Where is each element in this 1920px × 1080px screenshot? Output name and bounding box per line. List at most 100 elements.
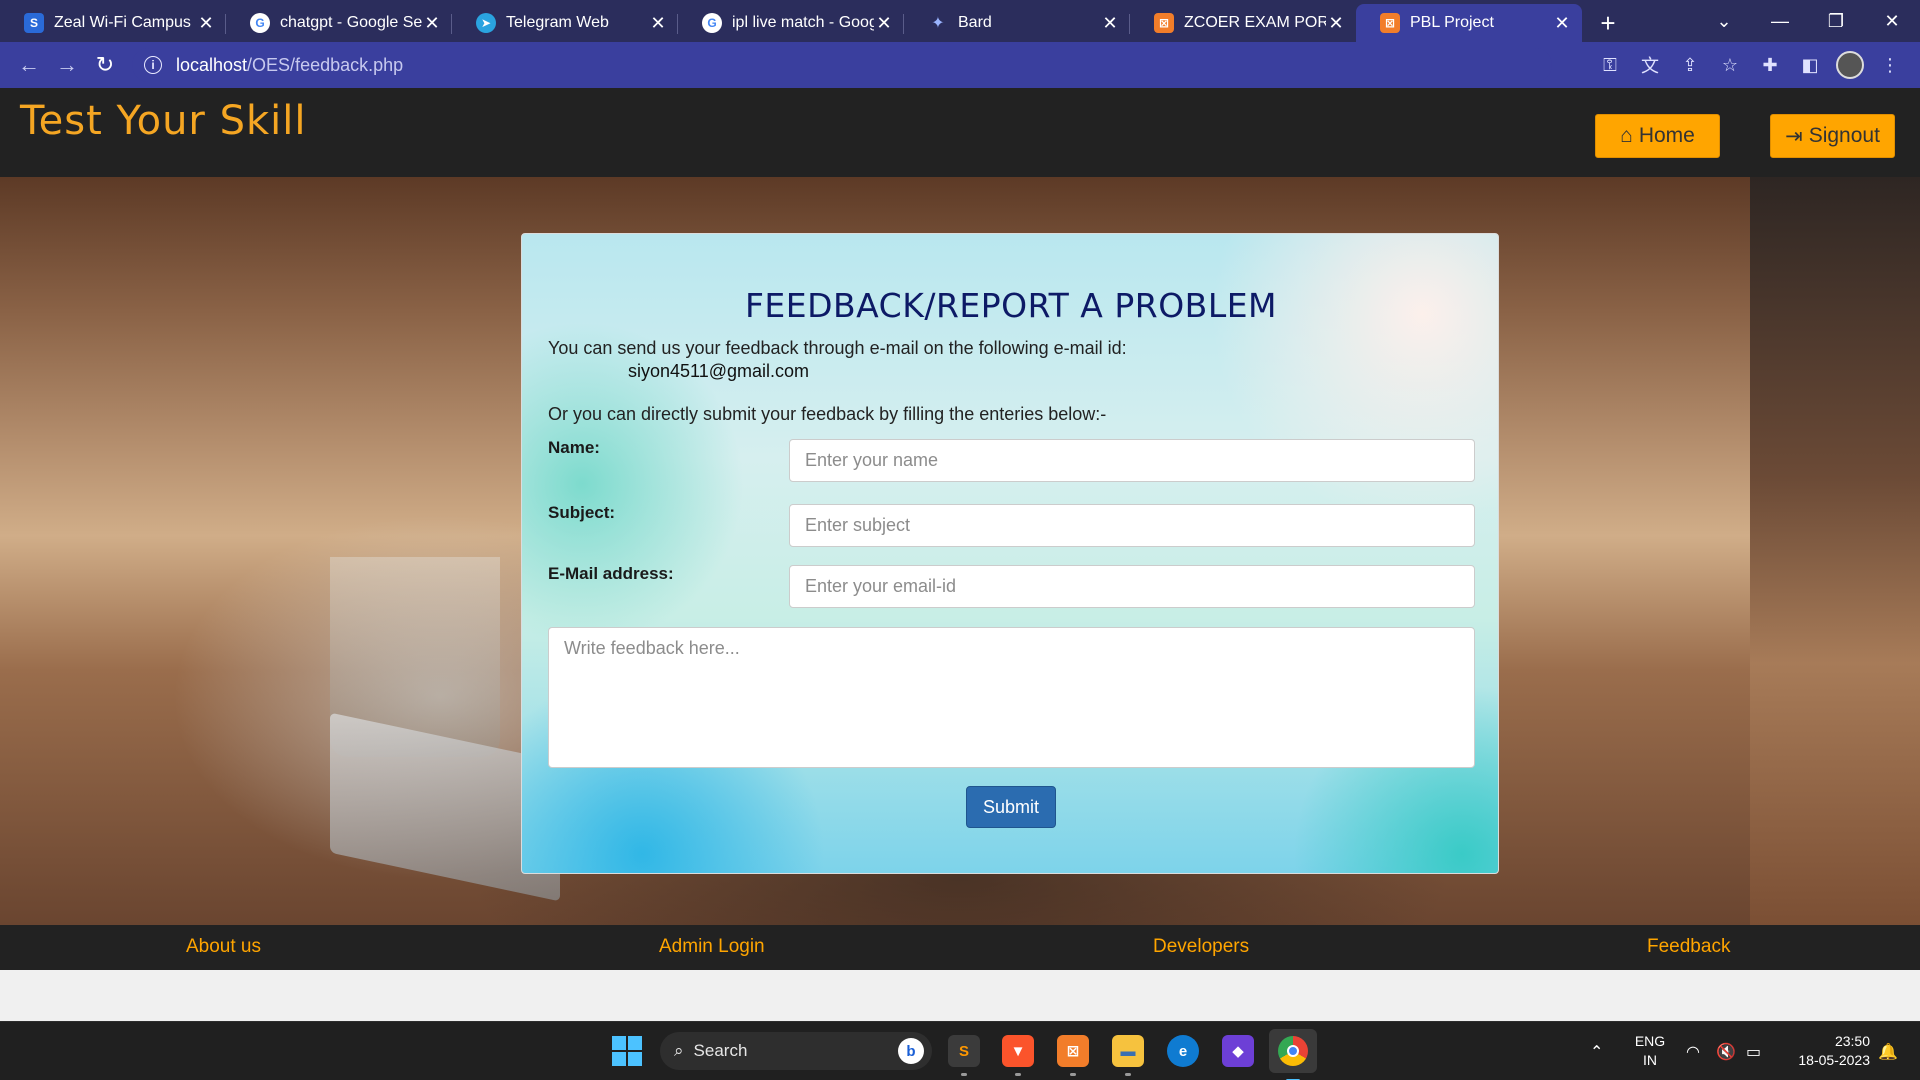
tab-search-chevron-icon[interactable]: ⌄ [1696,0,1752,42]
forward-arrow-icon[interactable]: → [48,46,86,84]
address-bar[interactable]: i localhost/OES/feedback.php [132,48,1552,82]
window-controls: ⌄ — ❐ ✕ [1696,0,1920,42]
restore-icon[interactable]: ❐ [1808,0,1864,42]
brave-browser-icon[interactable]: ▼ [1002,1035,1034,1076]
footer-link-about[interactable]: About us [186,936,261,958]
clock-date: 18-05-2023 [1798,1052,1870,1068]
running-indicator [1015,1073,1021,1076]
close-icon[interactable]: ✕ [1100,13,1120,33]
close-icon[interactable]: ✕ [648,13,668,33]
language-top: ENG [1634,1033,1666,1049]
feedback-card: FEEDBACK/REPORT A PROBLEM You can send u… [521,233,1499,874]
tab-telegram[interactable]: ➤ Telegram Web ✕ [452,4,678,42]
browser-toolbar: ← → ↻ i localhost/OES/feedback.php ⚿ 文 ⇪… [0,42,1920,88]
language-indicator[interactable]: ENG IN [1630,1032,1670,1070]
home-icon: ⌂ [1620,124,1633,147]
tab-title: Bard [958,14,992,31]
profile-avatar[interactable] [1830,46,1870,84]
name-input[interactable] [789,439,1475,482]
new-tab-plus-icon[interactable]: + [1588,4,1628,42]
feedback-title: FEEDBACK/REPORT A PROBLEM [744,286,1278,325]
background-right-strip [1750,177,1920,925]
url-host: localhost [176,54,248,75]
close-icon[interactable]: ✕ [1552,13,1572,33]
feedback-or-text: Or you can directly submit your feedback… [548,404,1107,424]
name-label: Name: [548,438,600,457]
kebab-menu-icon[interactable]: ⋮ [1870,46,1910,84]
tab-chatgpt-search[interactable]: G chatgpt - Google Search ✕ [226,4,452,42]
footer-link-developers[interactable]: Developers [1153,936,1249,958]
email-label: E-Mail address: [548,564,674,583]
close-icon[interactable]: ✕ [196,13,216,33]
tab-title: Telegram Web [506,14,609,31]
submit-button[interactable]: Submit [966,786,1056,828]
tab-title: ipl live match - Google Search [732,14,874,31]
signout-button[interactable]: ⇥ Signout [1770,114,1895,158]
back-arrow-icon[interactable]: ← [10,46,48,84]
telegram-favicon-icon: ➤ [476,13,496,33]
window-close-icon[interactable]: ✕ [1864,0,1920,42]
taskbar-clock[interactable]: 23:50 18-05-2023 [1780,1032,1870,1070]
tab-ipl-search[interactable]: G ipl live match - Google Search ✕ [678,4,904,42]
speaker-muted-icon[interactable]: 🔇 [1716,1022,1736,1080]
feedback-email-address: siyon4511@gmail.com [628,361,810,381]
tray-overflow-chevron-icon[interactable]: ⌃ [1590,1022,1603,1080]
bing-icon[interactable]: b [898,1038,924,1064]
key-icon[interactable]: ⚿ [1590,46,1630,84]
windows-start-icon[interactable] [612,1036,642,1066]
subject-label: Subject: [548,503,616,522]
subject-input[interactable] [789,504,1475,547]
google-favicon-icon: G [250,13,270,33]
tab-zcoer-portal[interactable]: ⊠ ZCOER EXAM PORTAL ✕ [1130,4,1356,42]
footer-link-feedback[interactable]: Feedback [1647,936,1730,958]
home-button[interactable]: ⌂ Home [1595,114,1720,158]
windows-taskbar: ⌕ Search b S ▼ ⊠ ▬ e ◆ ⌃ ENG IN ◠ 🔇 ▭ 23… [0,1021,1920,1080]
xampp-icon[interactable]: ⊠ [1057,1035,1089,1076]
tab-pbl-project[interactable]: ⊠ PBL Project ✕ [1356,4,1582,42]
zeal-favicon-icon: S [24,13,44,33]
search-icon: ⌕ [674,1041,684,1060]
url-path: /OES/feedback.php [247,54,404,75]
running-indicator [1070,1073,1076,1076]
footer-link-admin-login[interactable]: Admin Login [659,936,765,958]
signout-icon: ⇥ [1785,124,1803,148]
battery-icon[interactable]: ▭ [1746,1022,1761,1080]
xampp-favicon-icon: ⊠ [1154,13,1174,33]
xampp-favicon-icon: ⊠ [1380,13,1400,33]
site-brand-title: Test Your Skill [20,98,307,144]
taskbar-search-label: Search [693,1041,748,1060]
feedback-textarea[interactable] [548,627,1475,768]
avatar-image [1836,51,1864,79]
edge-browser-icon[interactable]: e [1167,1035,1199,1067]
tab-bard[interactable]: ✦ Bard ✕ [904,4,1130,42]
close-icon[interactable]: ✕ [874,13,894,33]
chrome-browser-icon[interactable] [1269,1029,1317,1080]
tab-title: chatgpt - Google Search [280,14,422,31]
file-explorer-icon[interactable]: ▬ [1112,1035,1144,1076]
minimize-icon[interactable]: — [1752,0,1808,42]
side-panel-icon[interactable]: ◧ [1790,46,1830,84]
email-field[interactable] [789,565,1475,608]
notifications-bell-icon[interactable]: 🔔 [1878,1022,1898,1080]
bard-sparkle-icon: ✦ [931,15,945,32]
tab-zeal-wifi[interactable]: S Zeal Wi-Fi Campus ✕ [0,4,226,42]
wifi-icon[interactable]: ◠ [1686,1022,1700,1080]
taskbar-search-box[interactable]: ⌕ Search b [660,1032,932,1070]
copilot-app-icon[interactable]: ◆ [1222,1035,1254,1067]
sublime-text-icon[interactable]: S [948,1035,980,1076]
close-icon[interactable]: ✕ [422,13,442,33]
translate-icon[interactable]: 文 [1630,46,1670,84]
share-icon[interactable]: ⇪ [1670,46,1710,84]
google-favicon-icon: G [702,13,722,33]
home-button-label: Home [1638,124,1695,147]
running-indicator [1125,1073,1131,1076]
browser-tab-strip: S Zeal Wi-Fi Campus ✕ G chatgpt - Google… [0,0,1920,42]
signout-button-label: Signout [1808,124,1880,147]
toolbar-icons: ⚿ 文 ⇪ ☆ ✚ ◧ ⋮ [1590,46,1910,84]
site-footer: About us Admin Login Developers Feedback [0,925,1920,970]
extensions-puzzle-icon[interactable]: ✚ [1750,46,1790,84]
site-info-icon[interactable]: i [144,56,162,74]
bookmark-star-icon[interactable]: ☆ [1710,46,1750,84]
close-icon[interactable]: ✕ [1326,13,1346,33]
reload-icon[interactable]: ↻ [86,46,124,84]
